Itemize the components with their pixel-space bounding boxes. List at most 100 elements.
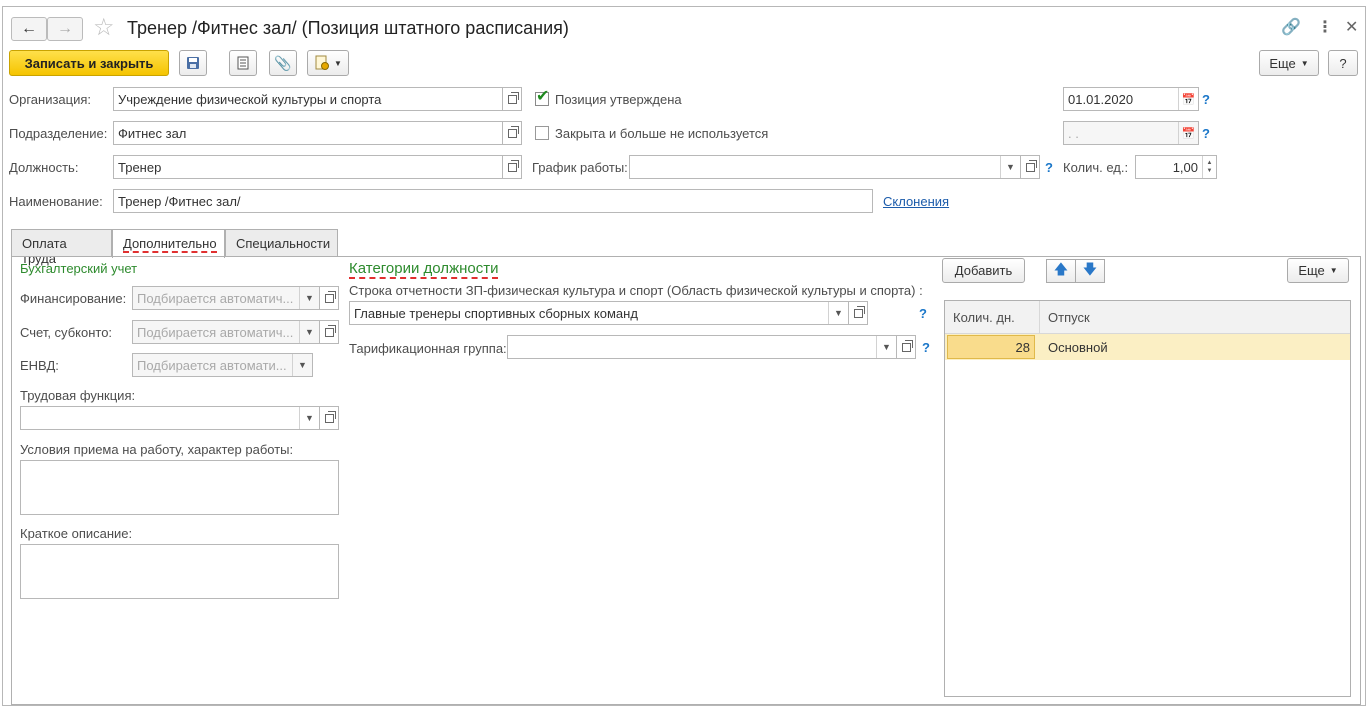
labor-function-label: Трудовая функция: bbox=[20, 388, 136, 403]
chevron-down-icon[interactable]: ▼ bbox=[299, 321, 319, 343]
department-field[interactable]: Фитнес зал bbox=[113, 121, 503, 145]
closed-checkbox[interactable] bbox=[535, 126, 549, 140]
closed-date-help-icon[interactable]: ? bbox=[1202, 126, 1210, 141]
vacations-more-label: Еще bbox=[1298, 263, 1325, 278]
approved-date-help-icon[interactable]: ? bbox=[1202, 92, 1210, 107]
report-line-help-icon[interactable]: ? bbox=[919, 306, 927, 321]
move-up-button[interactable]: 🡅 bbox=[1046, 259, 1076, 283]
open-icon bbox=[901, 339, 913, 352]
table-header: Колич. дн. Отпуск bbox=[945, 301, 1350, 334]
chevron-down-icon[interactable]: ▼ bbox=[828, 302, 848, 324]
conditions-textarea[interactable] bbox=[20, 460, 339, 515]
arrow-up-icon: 🡅 bbox=[1053, 261, 1069, 277]
schedule-field[interactable]: ▼ bbox=[629, 155, 1021, 179]
open-icon bbox=[853, 305, 865, 318]
account-placeholder: Подбирается автоматич... bbox=[137, 324, 294, 340]
chevron-down-icon[interactable]: ▼ bbox=[299, 407, 319, 429]
schedule-help-icon[interactable]: ? bbox=[1045, 160, 1053, 175]
column-vacation[interactable]: Отпуск bbox=[1048, 310, 1090, 325]
open-icon bbox=[1025, 159, 1037, 172]
more-vertical-icon[interactable]: ⋮ bbox=[1317, 17, 1333, 37]
days-cell[interactable]: 28 bbox=[947, 335, 1035, 359]
quantity-stepper[interactable]: 1,00 ▲ ▼ bbox=[1135, 155, 1217, 179]
closed-label: Закрыта и больше не используется bbox=[555, 126, 769, 141]
chevron-down-icon[interactable]: ▼ bbox=[1000, 156, 1020, 178]
vacations-table: Колич. дн. Отпуск 28 Основной bbox=[944, 300, 1351, 697]
closed-date-value: . . bbox=[1068, 125, 1079, 141]
tariff-group-field[interactable]: ▼ bbox=[507, 335, 897, 359]
link-icon[interactable]: 🔗 bbox=[1281, 17, 1301, 37]
position-field[interactable]: Тренер bbox=[113, 155, 503, 179]
save-button[interactable] bbox=[179, 50, 207, 76]
chevron-down-icon: ▼ bbox=[1329, 266, 1338, 275]
open-icon bbox=[324, 410, 336, 423]
table-row[interactable]: 28 Основной bbox=[945, 334, 1350, 360]
document-button[interactable] bbox=[229, 50, 257, 76]
tariff-group-open-button[interactable] bbox=[896, 335, 916, 359]
report-line-open-button[interactable] bbox=[848, 301, 868, 325]
add-vacation-button[interactable]: Добавить bbox=[942, 258, 1025, 283]
position-value: Тренер bbox=[118, 159, 162, 175]
report-line-field[interactable]: Главные тренеры спортивных сборных коман… bbox=[349, 301, 849, 325]
document-list-icon bbox=[237, 56, 249, 70]
help-button[interactable]: ? bbox=[1328, 50, 1358, 76]
brief-description-textarea[interactable] bbox=[20, 544, 339, 599]
name-field[interactable]: Тренер /Фитнес зал/ bbox=[113, 189, 873, 213]
declensions-link[interactable]: Склонения bbox=[883, 194, 949, 209]
position-label: Должность: bbox=[9, 160, 79, 175]
tab-additional-label: Дополнительно bbox=[123, 236, 217, 253]
accounting-heading: Бухгалтерский учет bbox=[20, 261, 138, 276]
window: ← → ☆ Тренер /Фитнес зал/ (Позиция штатн… bbox=[2, 6, 1366, 706]
quantity-label: Колич. ед.: bbox=[1063, 160, 1129, 175]
chevron-down-icon[interactable]: ▼ bbox=[876, 336, 896, 358]
paperclip-icon: 📎 bbox=[274, 54, 292, 71]
organization-open-button[interactable] bbox=[502, 87, 522, 111]
floppy-icon bbox=[187, 57, 199, 69]
save-and-close-button[interactable]: Записать и закрыть bbox=[9, 50, 169, 76]
move-down-button[interactable]: 🡇 bbox=[1075, 259, 1105, 283]
department-open-button[interactable] bbox=[502, 121, 522, 145]
approved-date-field[interactable]: 01.01.2020 📅 bbox=[1063, 87, 1199, 111]
quantity-value: 1,00 bbox=[1172, 159, 1198, 175]
vacations-more-button[interactable]: Еще ▼ bbox=[1287, 258, 1349, 283]
column-divider bbox=[1039, 301, 1040, 334]
financing-field[interactable]: Подбирается автоматич... ▼ bbox=[132, 286, 320, 310]
closed-date-field[interactable]: . . 📅 bbox=[1063, 121, 1199, 145]
envd-field[interactable]: Подбирается автомати... ▼ bbox=[132, 353, 313, 377]
tab-additional[interactable]: Дополнительно bbox=[112, 229, 225, 258]
brief-description-label: Краткое описание: bbox=[20, 526, 133, 541]
envd-label: ЕНВД: bbox=[20, 358, 59, 373]
stepper-arrows-icon[interactable]: ▲ ▼ bbox=[1202, 156, 1216, 178]
organization-field[interactable]: Учреждение физической культуры и спорта bbox=[113, 87, 503, 111]
tab-specialties[interactable]: Специальности bbox=[225, 229, 338, 257]
schedule-open-button[interactable] bbox=[1020, 155, 1040, 179]
forward-button[interactable]: → bbox=[47, 17, 83, 41]
labor-function-open-button[interactable] bbox=[319, 406, 339, 430]
vacation-type-cell[interactable]: Основной bbox=[1048, 340, 1108, 355]
chevron-down-icon[interactable]: ▼ bbox=[292, 354, 312, 376]
more-button[interactable]: Еще ▼ bbox=[1259, 50, 1319, 76]
back-button[interactable]: ← bbox=[11, 17, 47, 41]
calendar-icon[interactable]: 📅 bbox=[1178, 88, 1198, 110]
financing-label: Финансирование: bbox=[20, 291, 127, 306]
account-open-button[interactable] bbox=[319, 320, 339, 344]
calendar-icon[interactable]: 📅 bbox=[1178, 122, 1198, 144]
tab-payment[interactable]: Оплата труда bbox=[11, 229, 112, 266]
print-menu-button[interactable]: ▼ bbox=[307, 50, 349, 76]
account-label: Счет, субконто: bbox=[20, 325, 113, 340]
column-days[interactable]: Колич. дн. bbox=[953, 310, 1015, 325]
labor-function-field[interactable]: ▼ bbox=[20, 406, 320, 430]
more-button-label: Еще bbox=[1269, 55, 1296, 71]
conditions-label: Условия приема на работу, характер работ… bbox=[20, 442, 294, 457]
tariff-group-label: Тарификационная группа: bbox=[349, 341, 507, 356]
favorite-star-icon[interactable]: ☆ bbox=[93, 13, 115, 42]
financing-open-button[interactable] bbox=[319, 286, 339, 310]
close-icon[interactable]: ✕ bbox=[1345, 17, 1358, 37]
chevron-down-icon: ▼ bbox=[334, 58, 342, 68]
chevron-down-icon[interactable]: ▼ bbox=[299, 287, 319, 309]
position-open-button[interactable] bbox=[502, 155, 522, 179]
tariff-group-help-icon[interactable]: ? bbox=[922, 340, 930, 355]
attach-button[interactable]: 📎 bbox=[269, 50, 297, 76]
open-icon bbox=[324, 324, 336, 337]
account-field[interactable]: Подбирается автоматич... ▼ bbox=[132, 320, 320, 344]
